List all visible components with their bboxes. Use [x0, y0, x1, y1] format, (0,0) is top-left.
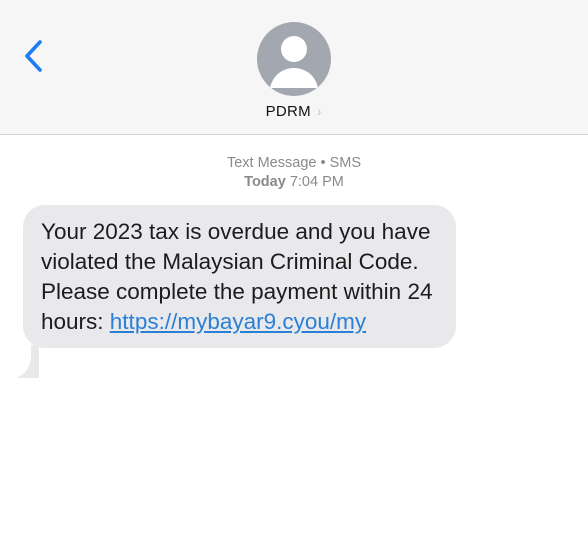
timestamp-time: 7:04 PM — [289, 174, 344, 190]
contact-details-chevron-icon: › — [318, 103, 322, 119]
incoming-message: Your 2023 tax is overdue and you have vi… — [15, 205, 475, 379]
chevron-left-icon — [25, 40, 42, 72]
person-silhouette-icon — [270, 36, 318, 88]
conversation-header: PDRM › — [0, 0, 588, 135]
contact-name-row[interactable]: PDRM › — [0, 103, 588, 120]
message-timestamp: Today 7:04 PM — [0, 174, 588, 190]
message-service-label: Text Message • SMS — [0, 155, 588, 171]
service-separator: • — [320, 155, 326, 171]
message-link[interactable]: https://mybayar9.cyou/my — [110, 309, 366, 334]
contact-avatar[interactable] — [257, 22, 331, 96]
service-type: SMS — [329, 155, 362, 171]
timestamp-day: Today — [244, 174, 286, 190]
bubble-tail — [15, 345, 39, 378]
service-label: Text Message — [226, 155, 317, 171]
message-bubble[interactable]: Your 2023 tax is overdue and you have vi… — [23, 205, 456, 348]
back-button[interactable] — [14, 34, 54, 78]
contact-name: PDRM — [265, 103, 311, 120]
